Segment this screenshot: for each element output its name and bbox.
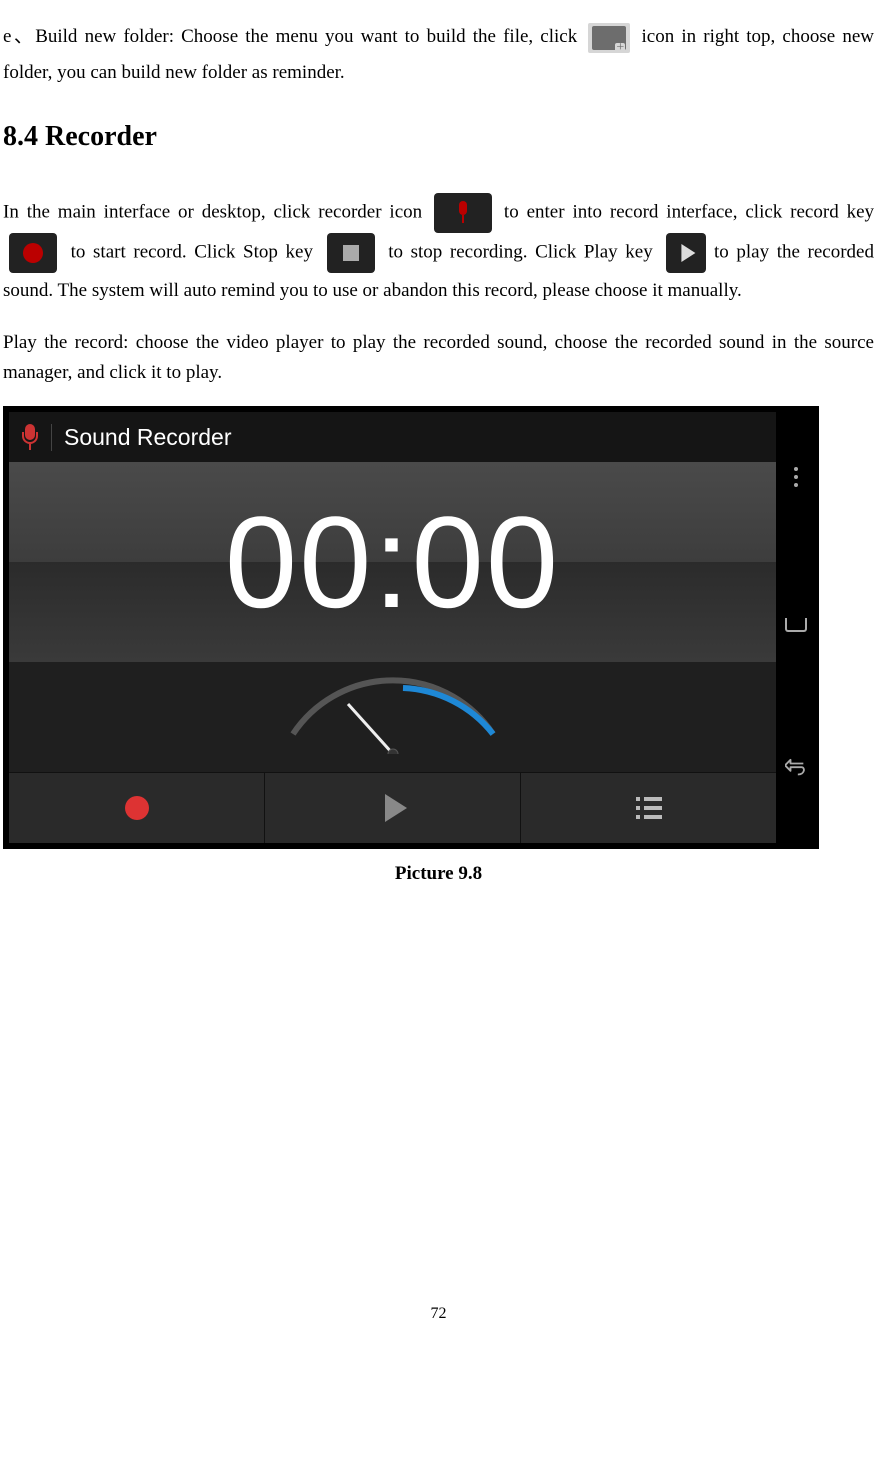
back-nav-button[interactable] xyxy=(785,758,807,780)
device-screen: Sound Recorder 00:00 xyxy=(9,412,776,843)
paragraph-2: Play the record: choose the video player… xyxy=(3,328,874,387)
timer-display: 00:00 xyxy=(9,462,776,662)
text-2: to enter into record interface, click re… xyxy=(504,202,874,223)
text-3: to start record. Click Stop key xyxy=(71,242,321,263)
record-dot-icon xyxy=(125,796,149,820)
timer-text: 00:00 xyxy=(225,497,560,627)
paragraph-e: e、Build new folder: Choose the menu you … xyxy=(3,19,874,91)
text-1: In the main interface or desktop, click … xyxy=(3,202,430,223)
recorder-app-icon xyxy=(434,193,492,233)
play-button[interactable] xyxy=(264,773,520,843)
app-title: Sound Recorder xyxy=(51,424,232,451)
mic-icon xyxy=(19,422,41,452)
text-e-1: e、Build new folder: Choose the menu you … xyxy=(3,26,584,47)
menu-nav-button[interactable] xyxy=(794,475,798,479)
text-4: to stop recording. Click Play key xyxy=(388,242,660,263)
list-icon xyxy=(636,797,662,819)
paragraph-1: In the main interface or desktop, click … xyxy=(3,193,874,309)
section-heading: 8.4 Recorder xyxy=(3,121,874,153)
sound-recorder-screenshot: Sound Recorder 00:00 xyxy=(3,406,819,849)
page-container: e、Build new folder: Choose the menu you … xyxy=(0,19,877,1323)
record-key-icon xyxy=(9,233,57,273)
controls-bar xyxy=(9,772,776,843)
home-icon xyxy=(785,618,807,632)
home-nav-button[interactable] xyxy=(785,606,807,632)
play-triangle-icon xyxy=(385,794,407,822)
figure-caption: Picture 9.8 xyxy=(3,863,874,885)
page-number: 72 xyxy=(3,1305,874,1323)
record-button[interactable] xyxy=(9,773,264,843)
system-nav-bar xyxy=(779,412,813,843)
new-folder-icon xyxy=(588,23,630,53)
play-key-icon xyxy=(666,233,706,273)
back-arrow-icon xyxy=(785,758,807,780)
menu-dots-icon xyxy=(794,475,798,479)
app-header: Sound Recorder xyxy=(9,412,776,462)
vu-meter-icon xyxy=(253,674,533,754)
list-button[interactable] xyxy=(520,773,776,843)
stop-key-icon xyxy=(327,233,375,273)
vu-meter-area xyxy=(9,662,776,772)
